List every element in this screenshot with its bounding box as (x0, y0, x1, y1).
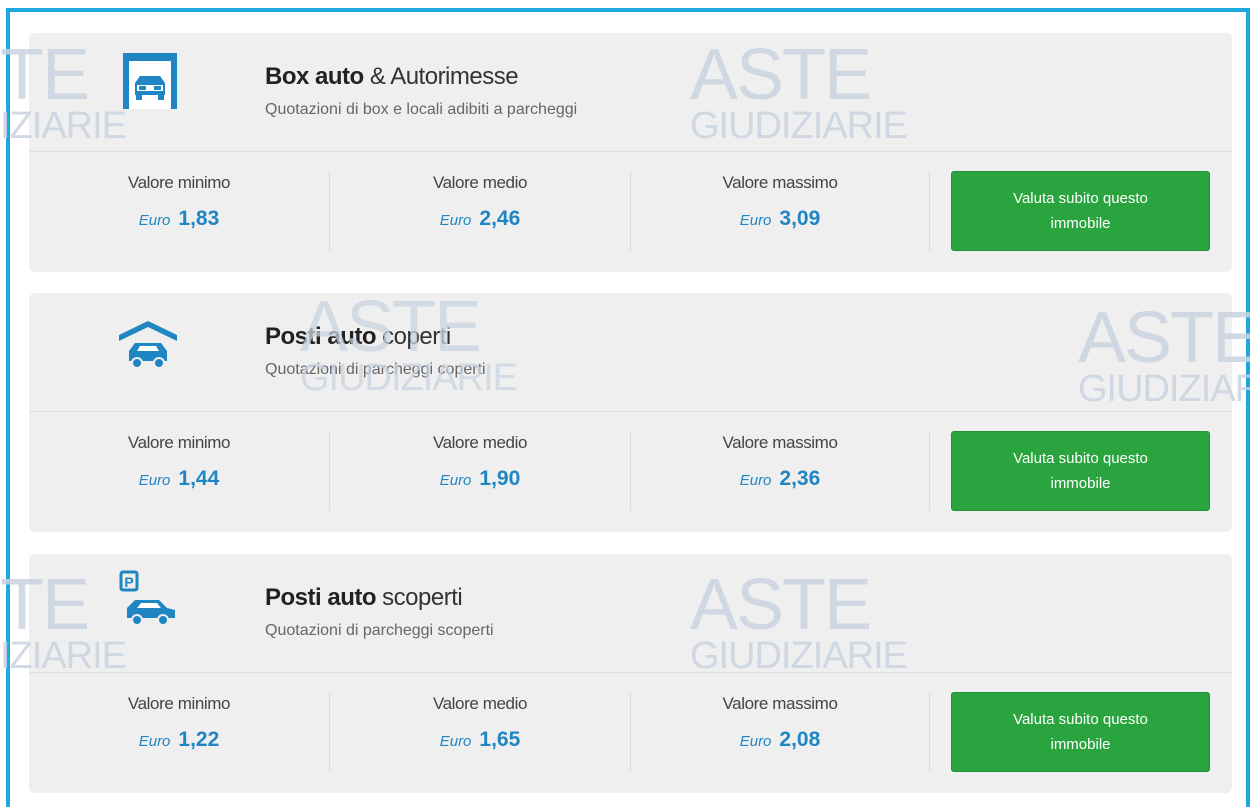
mid-label: Valore medio (432, 694, 528, 713)
currency-label: Euro (138, 733, 171, 750)
currency-label: Euro (439, 472, 472, 489)
card-header: Posti auto coperti Quotazioni di parcheg… (29, 293, 1232, 411)
card-posti-auto-coperti: Posti auto coperti Quotazioni di parcheg… (29, 293, 1232, 532)
max-label: Valore massimo (722, 694, 838, 713)
max-value: 2,36 (779, 467, 821, 490)
min-label: Valore minimo (127, 173, 231, 192)
title-bold: Posti auto (265, 584, 377, 611)
max-label: Valore massimo (722, 173, 838, 192)
parking-sign-text: P (124, 574, 133, 590)
column-divider (929, 171, 930, 251)
evaluate-property-button[interactable]: Valuta subito questo immobile (951, 692, 1210, 772)
divider (29, 151, 1232, 152)
currency-label: Euro (138, 212, 171, 229)
open-parking-car-icon: P (119, 570, 175, 626)
evaluate-property-button[interactable]: Valuta subito questo immobile (951, 431, 1210, 511)
min-value: 1,44 (178, 467, 220, 490)
title-rest: & Autorimesse (363, 63, 519, 90)
title-bold: Posti auto (265, 323, 377, 350)
title-rest: coperti (376, 323, 451, 350)
card-subtitle: Quotazioni di parcheggi coperti (265, 361, 486, 378)
column-divider (929, 431, 930, 511)
mid-value: 2,46 (479, 207, 521, 230)
card-box-auto: Box auto & Autorimesse Quotazioni di box… (29, 33, 1232, 272)
min-value: 1,83 (178, 207, 220, 230)
divider (29, 672, 1232, 673)
card-subtitle: Quotazioni di parcheggi scoperti (265, 622, 494, 639)
max-value-block: Valore massimo Euro 2,36 (630, 433, 930, 491)
min-value-block: Valore minimo Euro 1,44 (29, 433, 329, 491)
card-title: Posti auto coperti (265, 323, 451, 351)
title-rest: scoperti (376, 584, 463, 611)
max-value-block: Valore massimo Euro 2,08 (630, 694, 930, 752)
mid-value: 1,65 (479, 728, 521, 751)
divider (29, 411, 1232, 412)
card-title: Box auto & Autorimesse (265, 63, 519, 91)
evaluate-property-button[interactable]: Valuta subito questo immobile (951, 171, 1210, 251)
currency-label: Euro (739, 472, 772, 489)
mid-value: 1,90 (479, 467, 521, 490)
currency-label: Euro (439, 733, 472, 750)
currency-label: Euro (138, 472, 171, 489)
covered-parking-car-icon (119, 321, 177, 369)
max-label: Valore massimo (722, 433, 838, 452)
mid-value-block: Valore medio Euro 2,46 (330, 173, 630, 231)
currency-label: Euro (739, 733, 772, 750)
min-label: Valore minimo (127, 694, 231, 713)
card-posti-auto-scoperti: P Posti auto scoperti Quotazioni di parc… (29, 554, 1232, 793)
card-subtitle: Quotazioni di box e locali adibiti a par… (265, 101, 578, 118)
min-value-block: Valore minimo Euro 1,22 (29, 694, 329, 752)
min-label: Valore minimo (127, 433, 231, 452)
card-title: Posti auto scoperti (265, 584, 463, 612)
card-header: P Posti auto scoperti Quotazioni di parc… (29, 554, 1232, 672)
currency-label: Euro (439, 212, 472, 229)
title-bold: Box auto (265, 63, 364, 90)
min-value-block: Valore minimo Euro 1,83 (29, 173, 329, 231)
currency-label: Euro (739, 212, 772, 229)
mid-label: Valore medio (432, 433, 528, 452)
mid-value-block: Valore medio Euro 1,90 (330, 433, 630, 491)
card-header: Box auto & Autorimesse Quotazioni di box… (29, 33, 1232, 151)
mid-label: Valore medio (432, 173, 528, 192)
min-value: 1,22 (178, 728, 220, 751)
max-value-block: Valore massimo Euro 3,09 (630, 173, 930, 231)
max-value: 3,09 (779, 207, 821, 230)
max-value: 2,08 (779, 728, 821, 751)
garage-box-car-icon (123, 53, 177, 109)
mid-value-block: Valore medio Euro 1,65 (330, 694, 630, 752)
column-divider (929, 692, 930, 772)
